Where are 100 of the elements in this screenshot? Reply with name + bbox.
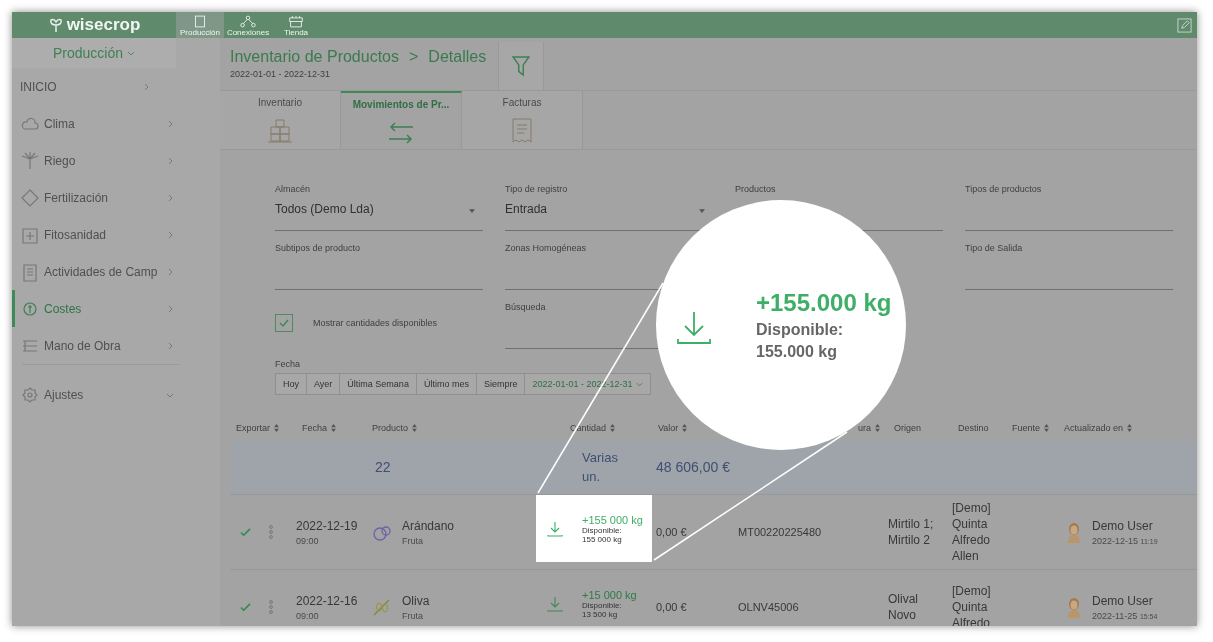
magnified-available-label: Disponible: bbox=[756, 321, 845, 339]
sort-icon bbox=[1127, 423, 1133, 432]
sidebar-item[interactable]: Fitosanidad bbox=[12, 216, 220, 253]
tree-logo-icon bbox=[47, 17, 64, 33]
page-title: Inventario de Productos bbox=[230, 48, 399, 66]
download-icon bbox=[676, 310, 712, 346]
reference-text: MT00220225480 bbox=[738, 526, 823, 538]
origin-text: Mirtilo 1; Mirtilo 2 bbox=[888, 515, 935, 549]
date-option-button[interactable]: Última Semana bbox=[339, 373, 416, 395]
date-option-button[interactable]: Siempre bbox=[475, 373, 525, 395]
destination-text: [Demo] Quinta Alfredo Allen bbox=[952, 499, 992, 565]
filter-button[interactable] bbox=[498, 42, 544, 90]
date-label: Fecha bbox=[275, 359, 300, 369]
user-name: Demo User bbox=[1092, 518, 1154, 533]
chevron-icon bbox=[166, 156, 174, 165]
date-option-button[interactable]: Ayer bbox=[306, 373, 340, 395]
sort-icon bbox=[875, 423, 880, 432]
top-nav-tab[interactable]: Producción bbox=[176, 12, 224, 38]
sidebar-item[interactable]: INICIO bbox=[12, 68, 220, 105]
sidebar-item[interactable]: Mano de Obra bbox=[12, 327, 220, 364]
chevron-icon bbox=[166, 230, 174, 239]
sort-icon bbox=[331, 423, 336, 432]
sprinkler-icon bbox=[20, 150, 40, 171]
app-logo: wisecrop bbox=[66, 15, 141, 35]
checkbox[interactable] bbox=[275, 314, 293, 332]
more-icon[interactable] bbox=[269, 600, 273, 614]
more-icon[interactable] bbox=[269, 525, 273, 539]
network-icon bbox=[239, 15, 257, 28]
sidebar-item[interactable]: Costes bbox=[12, 290, 220, 327]
origin-text: Olival Novo bbox=[888, 590, 919, 624]
chevron-icon bbox=[166, 341, 174, 350]
check-icon bbox=[278, 317, 290, 329]
breadcrumb-separator: > bbox=[409, 48, 419, 66]
boxes-icon bbox=[265, 116, 295, 146]
filter-field[interactable]: Tipo de Salida bbox=[965, 241, 1173, 290]
column-header[interactable]: Destino bbox=[958, 422, 989, 433]
magnified-available: 155.000 kg bbox=[756, 343, 838, 361]
value-text: 0,00 € bbox=[655, 526, 688, 538]
column-header[interactable]: Origen bbox=[894, 422, 921, 433]
time-text: 09:00 bbox=[296, 610, 320, 621]
reference-text: OLNV45006 bbox=[738, 601, 800, 613]
column-header[interactable]: Actualizado en bbox=[1064, 422, 1133, 433]
caret-icon bbox=[469, 209, 475, 213]
download-icon bbox=[546, 519, 564, 538]
sort-icon bbox=[1044, 423, 1050, 432]
sort-icon bbox=[412, 423, 418, 432]
summary-value: 48 606,00 € bbox=[655, 459, 731, 475]
filter-field[interactable]: Tipos de productos bbox=[965, 182, 1173, 231]
olive-branch-icon bbox=[372, 597, 392, 617]
date-text: 2022-12-16 bbox=[296, 593, 359, 608]
date-range: 2022-01-01 - 2022-12-31 bbox=[230, 69, 332, 79]
chevron-icon bbox=[166, 193, 174, 202]
sidebar-item[interactable]: Ajustes bbox=[12, 376, 220, 413]
clipboard-icon bbox=[20, 261, 40, 282]
top-nav-tab[interactable]: Tienda bbox=[272, 12, 320, 38]
page-subtitle: Detalles bbox=[428, 48, 487, 66]
column-header[interactable]: Producto bbox=[372, 422, 418, 433]
quantity-cell: +155 000 kg Disponible: 155 000 kg bbox=[536, 495, 652, 562]
date-option-button[interactable]: Hoy bbox=[275, 373, 306, 395]
chevron-icon bbox=[166, 304, 174, 313]
chevron-icon bbox=[166, 119, 174, 128]
diamond-icon bbox=[20, 187, 40, 208]
date-text: 2022-12-19 bbox=[296, 518, 359, 533]
shop-icon bbox=[287, 15, 305, 28]
filter-field[interactable]: Almacén Todos (Demo Lda) bbox=[275, 182, 483, 231]
product-type: Fruta bbox=[402, 535, 424, 546]
product-type: Fruta bbox=[402, 610, 424, 621]
quantity-cell: +15 000 kg Disponible: 13 500 kg bbox=[536, 570, 652, 626]
chevron-icon bbox=[142, 82, 150, 91]
filter-icon bbox=[512, 54, 530, 78]
product-name: Arándano bbox=[402, 518, 455, 533]
sort-icon bbox=[274, 423, 279, 432]
top-nav-tab[interactable]: Conexiones bbox=[224, 12, 272, 38]
sort-icon bbox=[610, 423, 616, 432]
date-option-button[interactable]: Último mes bbox=[415, 373, 476, 395]
magnified-quantity: +155.000 kg bbox=[756, 289, 892, 317]
sidebar-item[interactable]: Clima bbox=[12, 105, 220, 142]
sidebar-item[interactable]: Fertilización bbox=[12, 179, 220, 216]
caret-icon bbox=[699, 209, 705, 213]
tab[interactable]: Movimientos de Pr... bbox=[341, 91, 462, 149]
column-header[interactable]: Fecha bbox=[302, 422, 336, 433]
chevron-icon bbox=[166, 267, 174, 276]
edit-icon[interactable] bbox=[1177, 17, 1192, 33]
filter-field[interactable]: Subtipos de producto bbox=[275, 241, 483, 290]
column-header[interactable]: ura bbox=[858, 422, 880, 433]
column-header[interactable]: Valor bbox=[658, 422, 688, 433]
sort-icon bbox=[682, 423, 688, 432]
chevron-icon bbox=[127, 50, 135, 56]
column-header[interactable]: Fuente bbox=[1012, 422, 1050, 433]
summary-quantity: Varias un. bbox=[581, 448, 619, 486]
product-name: Oliva bbox=[402, 593, 430, 608]
checkbox-label: Mostrar cantidades disponibles bbox=[313, 318, 438, 328]
sidebar-item[interactable]: Riego bbox=[12, 142, 220, 179]
download-icon bbox=[546, 594, 564, 613]
summary-count: 22 bbox=[374, 459, 392, 475]
time-text: 09:00 bbox=[296, 535, 320, 546]
column-header[interactable]: Exportar bbox=[236, 422, 279, 433]
value-text: 0,00 € bbox=[655, 601, 688, 613]
sidebar-item[interactable]: Actividades de Camp bbox=[12, 253, 220, 290]
chevron-icon bbox=[635, 381, 643, 387]
